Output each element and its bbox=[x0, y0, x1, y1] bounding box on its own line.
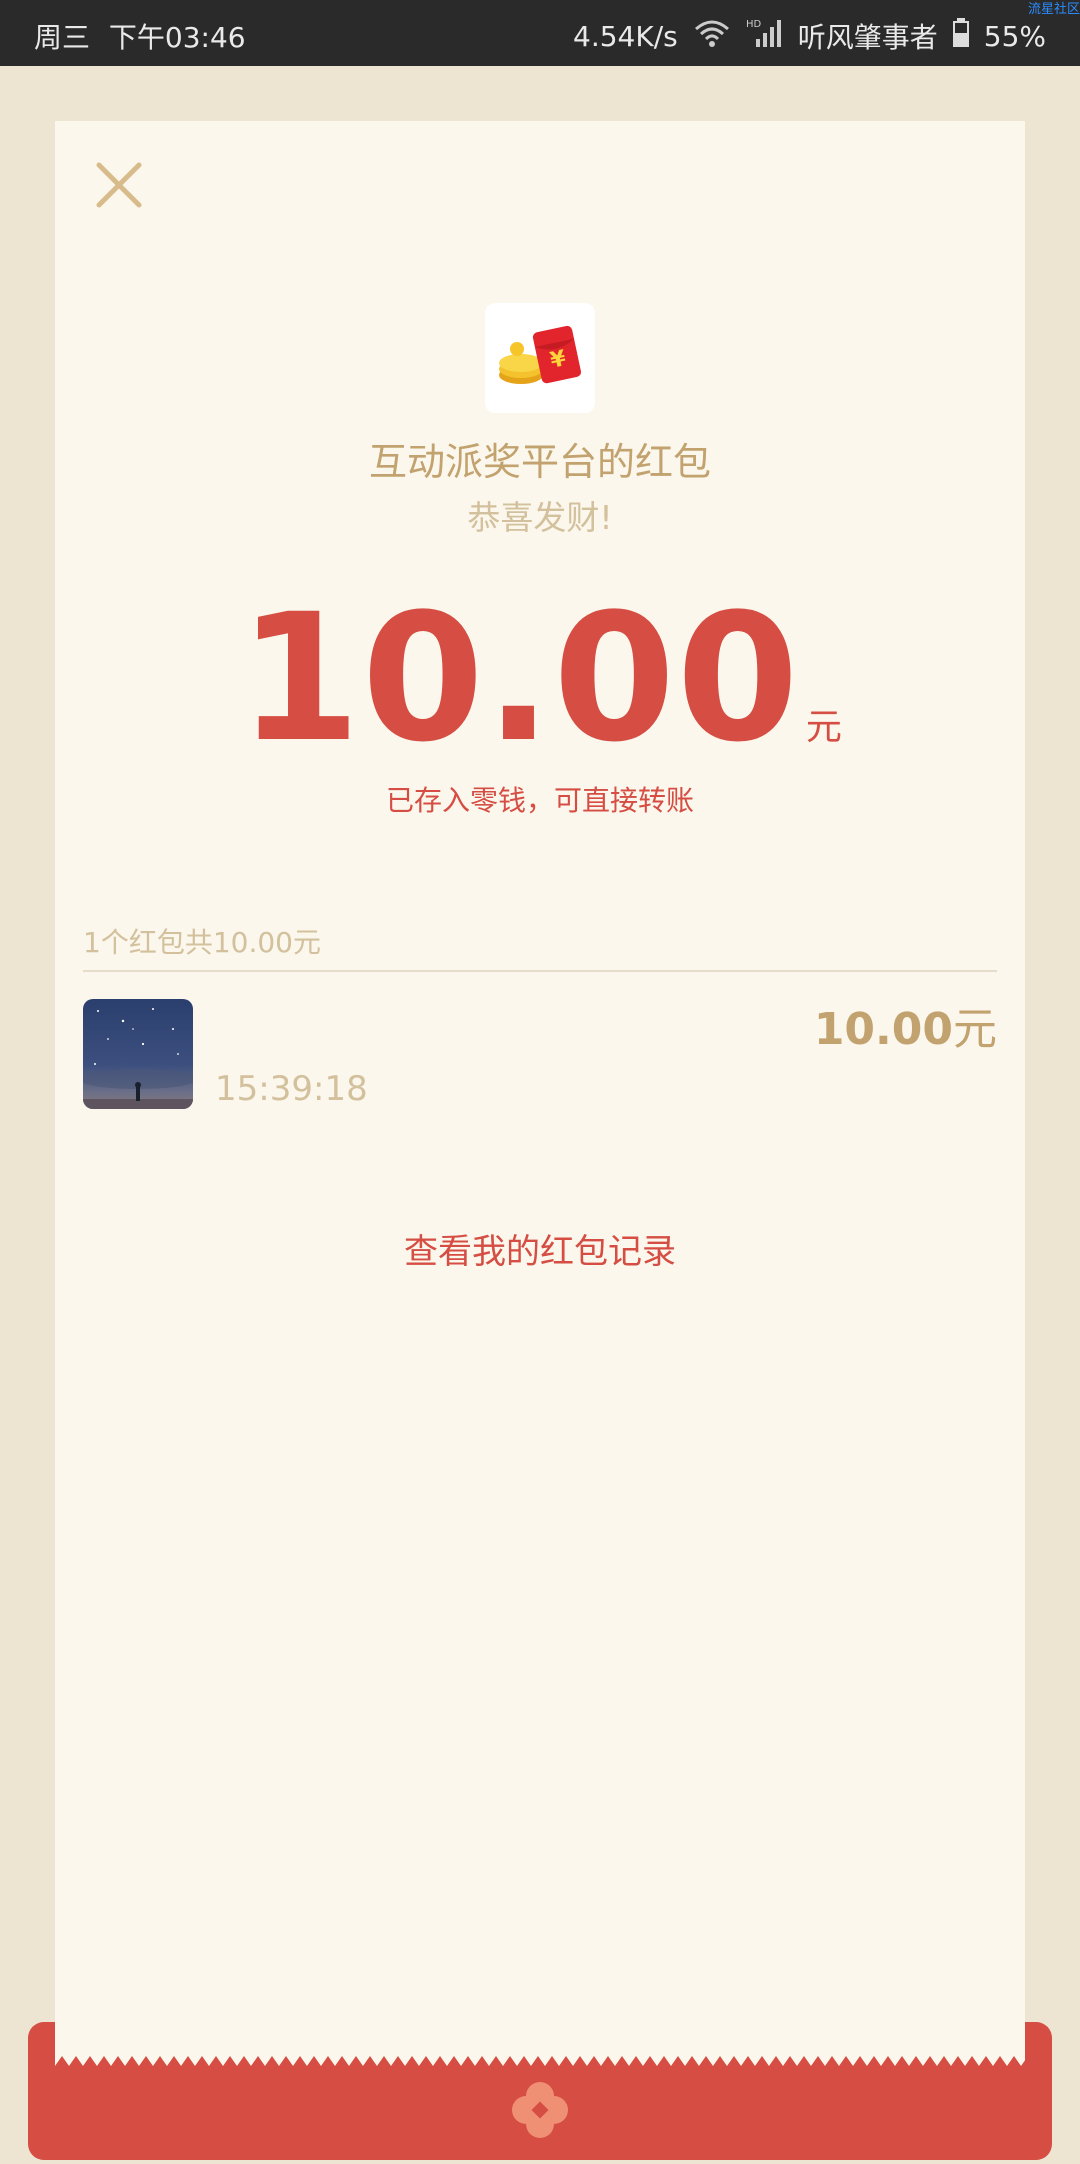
carrier-name: 听风肇事者 bbox=[797, 21, 938, 54]
signal-icon: HD bbox=[746, 17, 784, 56]
divider bbox=[83, 970, 997, 972]
red-envelope-coins-icon: ¥ bbox=[499, 325, 581, 384]
packet-title: 互动派奖平台的红包 bbox=[368, 440, 711, 484]
status-day: 周三 bbox=[34, 21, 91, 54]
record-amount: 10.00元 bbox=[814, 993, 997, 1057]
avatar[interactable] bbox=[83, 999, 193, 1109]
amount-value: 10.00 bbox=[238, 576, 800, 781]
view-records-link[interactable]: 查看我的红包记录 bbox=[55, 1224, 1025, 1273]
battery-icon bbox=[952, 17, 970, 55]
record-amount-unit: 元 bbox=[953, 1004, 997, 1055]
record-time: 15:39:18 bbox=[215, 1069, 368, 1109]
status-left: 周三 下午03:46 bbox=[34, 16, 246, 56]
amount-display: 10.00 元 bbox=[55, 591, 1025, 767]
svg-text:HD: HD bbox=[746, 19, 762, 30]
battery-percent: 55% bbox=[983, 19, 1046, 53]
record-amount-value: 10.00 bbox=[813, 1004, 953, 1055]
red-envelope-flap bbox=[28, 2022, 1052, 2160]
close-icon[interactable] bbox=[93, 159, 145, 211]
amount-unit: 元 bbox=[805, 707, 842, 748]
sender-app-icon: ¥ bbox=[485, 303, 595, 413]
packet-summary: 1个红包共10.00元 bbox=[83, 926, 321, 959]
status-time: 下午03:46 bbox=[108, 21, 246, 54]
saved-note: 已存入零钱，可直接转账 bbox=[385, 784, 694, 817]
red-packet-card: ¥ 互动派奖平台的红包 恭喜发财! 10.00 元 已存入零钱，可直接转账 1个红… bbox=[55, 121, 1025, 2071]
status-right: 4.54K/s HD 听风肇事者 55% bbox=[573, 16, 1046, 56]
packet-greeting: 恭喜发财! bbox=[467, 498, 613, 537]
network-speed: 4.54K/s bbox=[573, 19, 678, 53]
close-button[interactable] bbox=[93, 159, 145, 211]
watermark: 流星社区 bbox=[1027, 2, 1080, 17]
wifi-icon bbox=[692, 17, 732, 56]
status-bar: 周三 下午03:46 4.54K/s HD 听风肇事者 55% 流星社区 bbox=[0, 0, 1080, 66]
